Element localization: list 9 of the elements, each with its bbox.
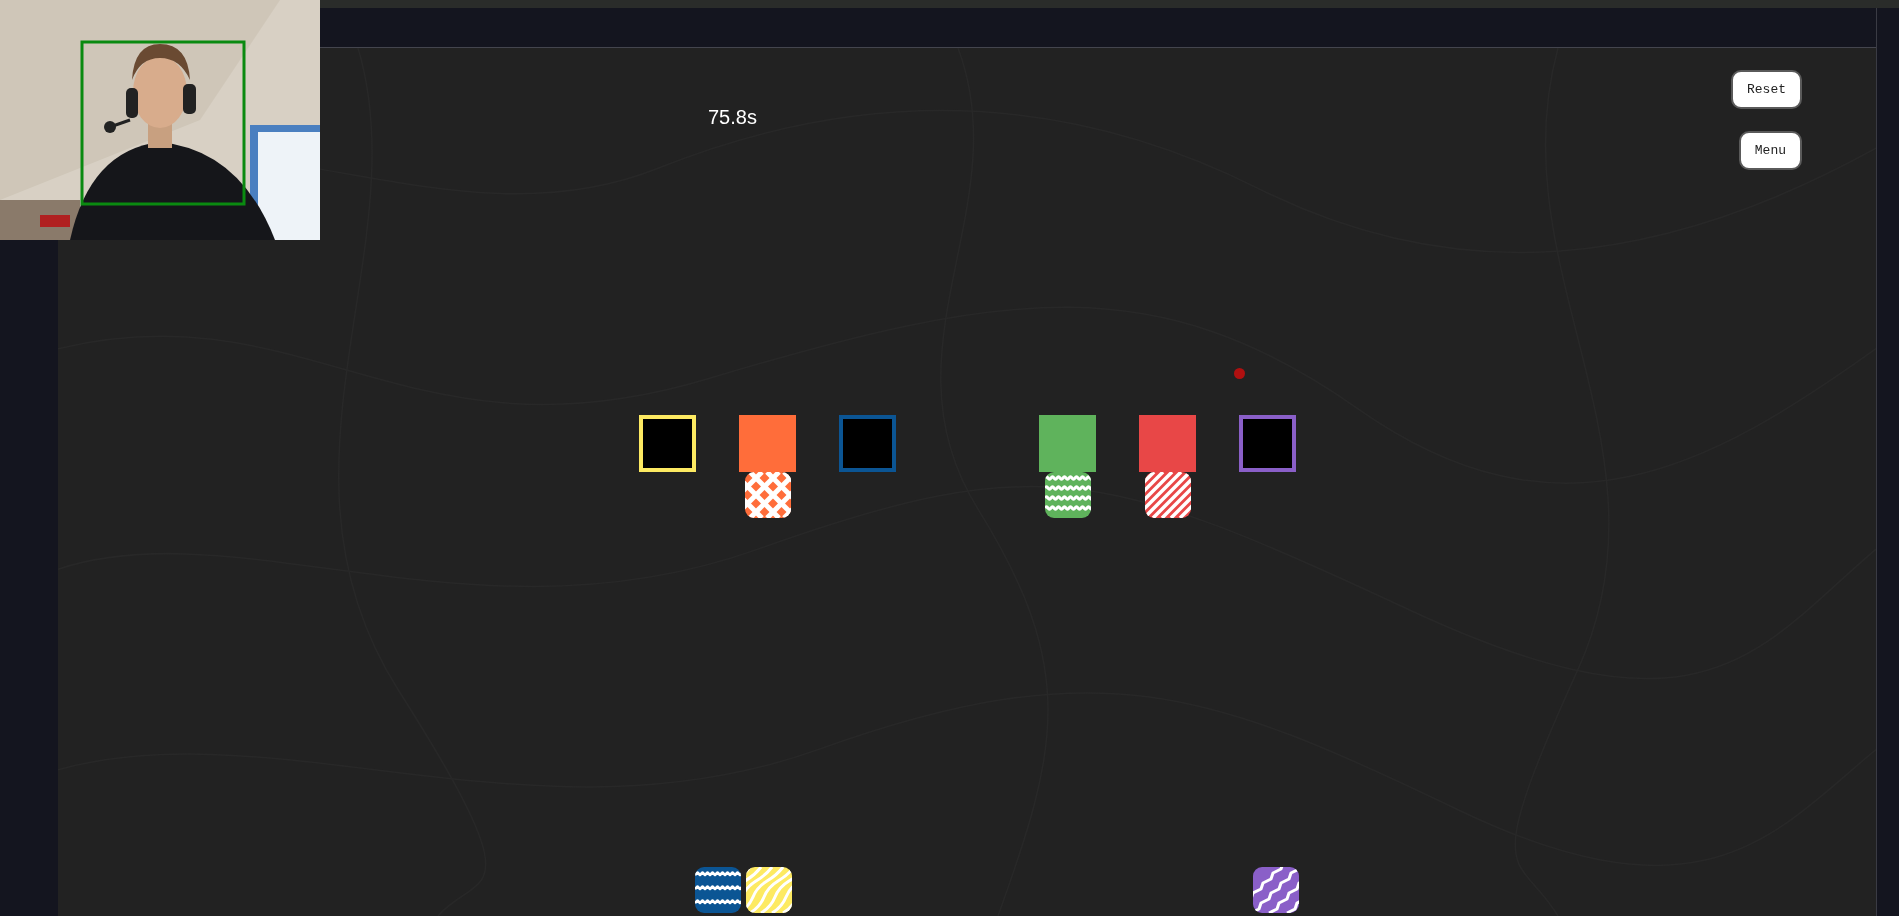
- pattern-tile[interactable]: [1144, 472, 1191, 518]
- timer-text: 75.8s: [708, 106, 757, 129]
- pattern-tile[interactable]: [1253, 867, 1299, 913]
- pattern-tile[interactable]: [695, 867, 741, 913]
- pattern-tile[interactable]: [746, 867, 792, 913]
- game-button[interactable]: Reset: [1731, 70, 1802, 109]
- game-button[interactable]: Menu: [1738, 131, 1802, 170]
- pattern-tile[interactable]: [1044, 472, 1091, 518]
- pattern-tile[interactable]: [744, 472, 791, 518]
